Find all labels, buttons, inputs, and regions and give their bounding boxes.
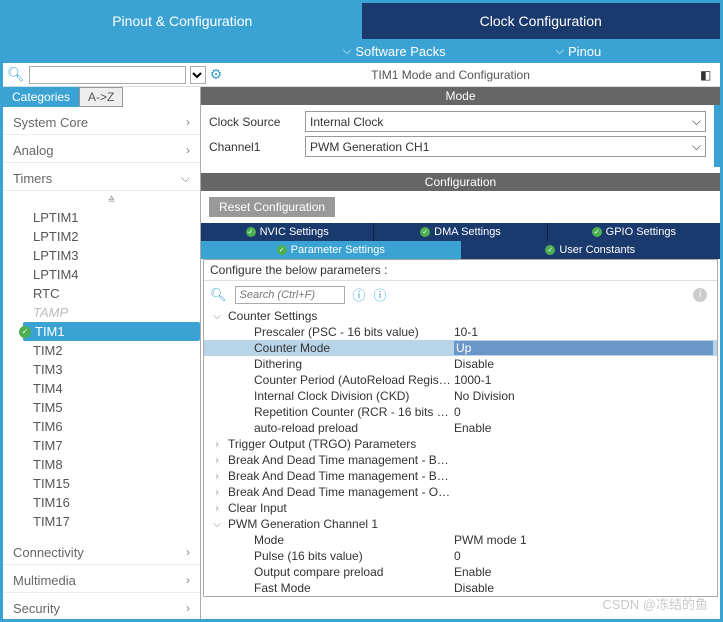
timers-tree: ≙ LPTIM1 LPTIM2 LPTIM3 LPTIM4 RTC TAMP ✓…: [3, 191, 200, 537]
tree-lptim1[interactable]: LPTIM1: [23, 208, 200, 227]
chevron-down-icon: ⌵: [181, 171, 190, 186]
group-break1[interactable]: ›Break And Dead Time management - BRK…: [204, 452, 717, 468]
group-break2[interactable]: ›Break And Dead Time management - BRK…: [204, 468, 717, 484]
tab-dma-settings[interactable]: ✓DMA Settings: [374, 223, 547, 241]
prev-match-icon[interactable]: ⓘ: [353, 285, 366, 304]
collapse-icon[interactable]: ◧: [700, 68, 716, 82]
chevron-down-icon: ⌵: [556, 45, 564, 58]
cat-security[interactable]: Security›: [3, 593, 200, 619]
sub-toolbar: ⌵Software Packs ⌵Pinou: [3, 39, 720, 63]
param-repetition-counter[interactable]: Repetition Counter (RCR - 16 bits v…0: [204, 404, 717, 420]
chevron-down-icon: ⌵: [343, 45, 351, 58]
reset-configuration-button[interactable]: Reset Configuration: [209, 197, 335, 217]
clock-source-label: Clock Source: [209, 115, 299, 129]
info-icon[interactable]: i: [693, 288, 707, 302]
chevron-down-icon: ⌵: [692, 114, 701, 129]
tree-tim15[interactable]: TIM15: [23, 474, 200, 493]
search-icon[interactable]: 🔍︎: [210, 287, 227, 303]
tree-tim7[interactable]: TIM7: [23, 436, 200, 455]
group-trgo[interactable]: ›Trigger Output (TRGO) Parameters: [204, 436, 717, 452]
group-break3[interactable]: ›Break And Dead Time management - Outp…: [204, 484, 717, 500]
configuration-header: Configuration: [201, 173, 720, 191]
cat-multimedia[interactable]: Multimedia›: [3, 565, 200, 593]
cat-connectivity[interactable]: Connectivity›: [3, 537, 200, 565]
param-pwm-mode[interactable]: ModePWM mode 1: [204, 532, 717, 548]
menu-pinout[interactable]: ⌵Pinou: [556, 44, 602, 59]
tab-nvic-settings[interactable]: ✓NVIC Settings: [201, 223, 374, 241]
tab-gpio-settings[interactable]: ✓GPIO Settings: [548, 223, 720, 241]
search-input[interactable]: [29, 66, 186, 84]
check-icon: ✓: [277, 245, 287, 255]
tree-tim1[interactable]: ✓TIM1: [23, 322, 200, 341]
param-pulse[interactable]: Pulse (16 bits value)0: [204, 548, 717, 564]
check-icon: ✓: [592, 227, 602, 237]
chevron-right-icon: ›: [186, 601, 190, 616]
param-search-input[interactable]: [235, 286, 345, 304]
next-match-icon[interactable]: ⓘ: [374, 285, 387, 304]
main-panel: Mode Clock Source Internal Clock⌵ Channe…: [201, 87, 720, 619]
group-counter-settings[interactable]: ⌵Counter Settings: [204, 308, 717, 324]
param-dithering[interactable]: DitheringDisable: [204, 356, 717, 372]
channel1-select[interactable]: PWM Generation CH1⌵: [305, 136, 706, 157]
parameter-tree: ⌵Counter Settings Prescaler (PSC - 16 bi…: [204, 308, 717, 596]
param-counter-mode[interactable]: Counter ModeUp: [204, 340, 717, 356]
check-icon: ✓: [19, 326, 31, 338]
collapse-up-icon[interactable]: ≙: [23, 193, 200, 208]
cat-analog[interactable]: Analog›: [3, 135, 200, 163]
param-internal-clock-div[interactable]: Internal Clock Division (CKD)No Division: [204, 388, 717, 404]
mode-header: Mode: [201, 87, 720, 105]
tab-pinout-config[interactable]: Pinout & Configuration: [3, 3, 362, 39]
param-fast-mode[interactable]: Fast ModeDisable: [204, 580, 717, 596]
tree-tim8[interactable]: TIM8: [23, 455, 200, 474]
param-counter-period[interactable]: Counter Period (AutoReload Regist…1000-1: [204, 372, 717, 388]
check-icon: ✓: [545, 245, 555, 255]
chevron-down-icon: ⌵: [692, 139, 701, 154]
tree-tim4[interactable]: TIM4: [23, 379, 200, 398]
tab-user-constants[interactable]: ✓User Constants: [461, 241, 721, 259]
tree-lptim4[interactable]: LPTIM4: [23, 265, 200, 284]
check-icon: ✓: [420, 227, 430, 237]
sidebar-search: 🔍︎ ⚙: [3, 64, 201, 86]
param-prescaler[interactable]: Prescaler (PSC - 16 bits value)10-1: [204, 324, 717, 340]
tree-tamp[interactable]: TAMP: [23, 303, 200, 322]
cat-system-core[interactable]: System Core›: [3, 107, 200, 135]
group-pwm-ch1[interactable]: ⌵PWM Generation Channel 1: [204, 516, 717, 532]
tree-tim5[interactable]: TIM5: [23, 398, 200, 417]
clock-source-select[interactable]: Internal Clock⌵: [305, 111, 706, 132]
group-clear-input[interactable]: ›Clear Input: [204, 500, 717, 516]
tree-tim17[interactable]: TIM17: [23, 512, 200, 531]
panel-title: TIM1 Mode and Configuration: [201, 68, 700, 82]
menu-software-packs[interactable]: ⌵Software Packs: [343, 44, 446, 59]
chevron-right-icon: ›: [186, 143, 190, 158]
param-auto-reload-preload[interactable]: auto-reload preloadEnable: [204, 420, 717, 436]
tree-tim6[interactable]: TIM6: [23, 417, 200, 436]
tree-lptim2[interactable]: LPTIM2: [23, 227, 200, 246]
channel1-label: Channel1: [209, 140, 299, 154]
tree-lptim3[interactable]: LPTIM3: [23, 246, 200, 265]
tree-tim2[interactable]: TIM2: [23, 341, 200, 360]
chevron-right-icon: ›: [186, 545, 190, 560]
chevron-right-icon: ›: [186, 115, 190, 130]
configure-params-label: Configure the below parameters :: [204, 260, 717, 281]
tab-clock-config[interactable]: Clock Configuration: [362, 3, 721, 39]
tree-tim3[interactable]: TIM3: [23, 360, 200, 379]
chevron-right-icon: ›: [186, 573, 190, 588]
tree-tim16[interactable]: TIM16: [23, 493, 200, 512]
sidebar-tab-categories[interactable]: Categories: [3, 87, 79, 107]
sidebar: Categories A->Z System Core› Analog› Tim…: [3, 87, 201, 619]
search-icon[interactable]: 🔍︎: [7, 66, 25, 83]
check-icon: ✓: [246, 227, 256, 237]
cat-timers[interactable]: Timers⌵: [3, 163, 200, 191]
sidebar-tab-az[interactable]: A->Z: [79, 87, 123, 107]
tab-parameter-settings[interactable]: ✓Parameter Settings: [201, 241, 461, 259]
param-oc-preload[interactable]: Output compare preloadEnable: [204, 564, 717, 580]
tree-rtc[interactable]: RTC: [23, 284, 200, 303]
